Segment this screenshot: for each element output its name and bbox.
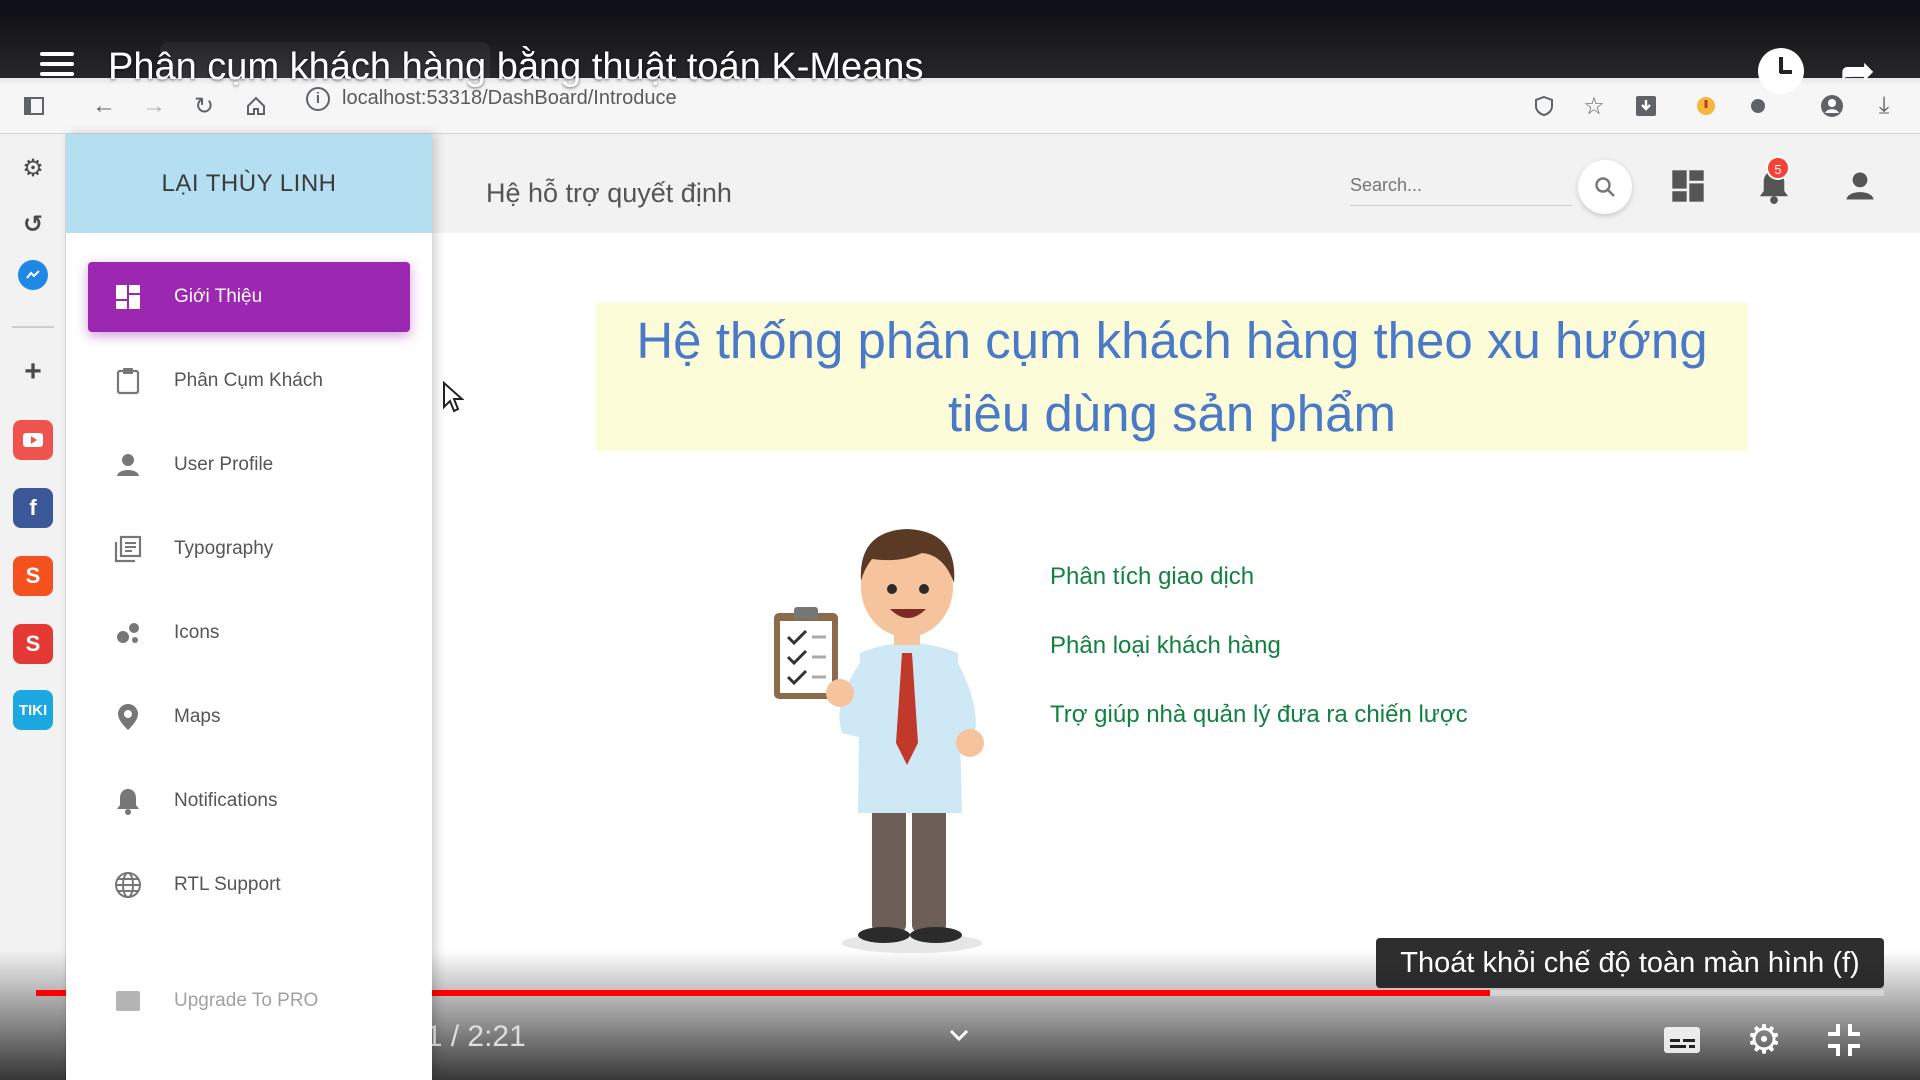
share-icon[interactable]: ➦	[1840, 50, 1875, 92]
sidebar-toggle-icon[interactable]	[14, 86, 54, 126]
sidebar-item-gioi-thieu[interactable]: Giới Thiệu	[88, 262, 410, 332]
exit-fullscreen-icon	[1828, 1024, 1860, 1056]
search-icon	[1595, 177, 1615, 197]
notification-badge: 5	[1766, 156, 1790, 180]
messenger-icon[interactable]	[18, 260, 48, 290]
sidebar-item-label: Notifications	[174, 790, 278, 811]
add-panel-icon[interactable]: +	[13, 352, 53, 392]
sendo-icon[interactable]: S	[13, 624, 53, 664]
shopee-icon[interactable]: S	[13, 556, 53, 596]
sidebar-item-label: Icons	[174, 622, 220, 643]
browser-side-panel: ⚙ ↺ + f S S TIKI	[0, 134, 66, 1080]
back-icon[interactable]: ←	[84, 86, 124, 126]
sidebar-item-user-profile[interactable]: User Profile	[88, 430, 410, 500]
sidebar-item-maps[interactable]: Maps	[88, 682, 410, 752]
feature-item: Trợ giúp nhà quản lý đưa ra chiến lược	[1050, 701, 1468, 728]
library-books-icon	[112, 533, 144, 565]
youtube-icon[interactable]	[13, 420, 53, 460]
page-title: Hệ hỗ trợ quyết định	[486, 178, 732, 208]
brand-title[interactable]: LẠI THÙY LINH	[66, 134, 432, 233]
sidebar-item-icons[interactable]: Icons	[88, 598, 410, 668]
dashboard-button[interactable]	[1666, 164, 1710, 208]
sidebar-item-typography[interactable]: Typography	[88, 514, 410, 584]
subtitles-button[interactable]	[1656, 1016, 1708, 1064]
sidebar-item-label: Phân Cụm Khách	[174, 370, 323, 391]
sidebar-item-notifications[interactable]: Notifications	[88, 766, 410, 836]
headline-banner: Hệ thống phân cụm khách hàng theo xu hướ…	[596, 303, 1748, 451]
bell-icon	[112, 785, 144, 817]
forward-icon[interactable]: →	[134, 86, 174, 126]
sidebar-item-label: Giới Thiệu	[174, 286, 263, 307]
playlist-menu-icon[interactable]	[40, 52, 74, 78]
sidebar-item-label: User Profile	[174, 454, 274, 475]
sidebar-item-upgrade[interactable]: Upgrade To PRO	[88, 966, 410, 1036]
location-pin-icon	[112, 701, 144, 733]
feature-item: Phân loại khách hàng	[1050, 632, 1281, 659]
tooltip: Thoát khỏi chế độ toàn màn hình (f)	[1376, 938, 1884, 988]
sidebar-item-label: Maps	[174, 706, 221, 727]
browser-window: ← → ↻ i localhost:53318/DashBoard/Introd…	[0, 0, 1920, 1080]
mouse-cursor-icon	[443, 381, 464, 413]
shield-icon[interactable]	[1524, 86, 1564, 126]
dashboard-icon	[1672, 170, 1704, 202]
headline: Hệ thống phân cụm khách hàng theo xu hướ…	[636, 312, 1708, 442]
sidebar-item-label: Typography	[174, 538, 274, 559]
person-icon	[1846, 172, 1874, 200]
home-icon[interactable]	[236, 86, 276, 126]
site-info-icon[interactable]: i	[306, 87, 330, 111]
chevron-down-icon[interactable]	[948, 1024, 970, 1046]
bubble-chart-icon	[112, 617, 144, 649]
sidebar-item-label: Upgrade To PRO	[174, 990, 319, 1011]
tiki-icon[interactable]: TIKI	[13, 690, 53, 730]
star-icon[interactable]: ☆	[1574, 86, 1614, 126]
settings-button[interactable]: ⚙	[1738, 1016, 1790, 1064]
clipboard-icon	[112, 365, 144, 397]
app-sidebar: LẠI THÙY LINH Giới Thiệu Phân Cụm Khách …	[66, 134, 432, 1080]
app-header: Hệ hỗ trợ quyết định 5	[432, 134, 1920, 233]
gear-icon[interactable]: ⚙	[13, 148, 53, 188]
facebook-icon[interactable]: f	[13, 488, 53, 528]
sidebar-item-phan-cum-khach[interactable]: Phân Cụm Khách	[88, 346, 410, 416]
video-title-bar: Phân cụm khách hàng bằng thuật toán K-Me…	[0, 16, 1920, 94]
sidebar-item-rtl-support[interactable]: RTL Support	[88, 850, 410, 920]
subtitles-icon	[1664, 1027, 1700, 1053]
exit-fullscreen-button[interactable]	[1818, 1016, 1870, 1064]
watch-later-icon[interactable]	[1758, 48, 1804, 94]
divider	[12, 326, 54, 328]
search-button[interactable]	[1578, 160, 1632, 214]
sidebar-item-label: RTL Support	[174, 874, 281, 895]
save-icon[interactable]	[1626, 86, 1666, 126]
extension-icon[interactable]	[1686, 86, 1726, 126]
dashboard-icon	[112, 281, 144, 313]
top-strip	[0, 0, 1920, 16]
history-icon[interactable]: ↺	[13, 204, 53, 244]
unarchive-icon	[112, 985, 144, 1017]
businessman-illustration	[774, 529, 984, 953]
language-icon	[112, 869, 144, 901]
search-input[interactable]	[1350, 166, 1572, 206]
person-icon	[112, 449, 144, 481]
profile-button[interactable]	[1838, 164, 1882, 208]
url-field[interactable]: localhost:53318/DashBoard/Introduce	[342, 87, 677, 111]
feature-item: Phân tích giao dịch	[1050, 563, 1255, 590]
video-title[interactable]: Phân cụm khách hàng bằng thuật toán K-Me…	[108, 46, 923, 89]
reload-icon[interactable]: ↻	[184, 86, 224, 126]
gear-icon: ⚙	[1746, 1018, 1782, 1062]
